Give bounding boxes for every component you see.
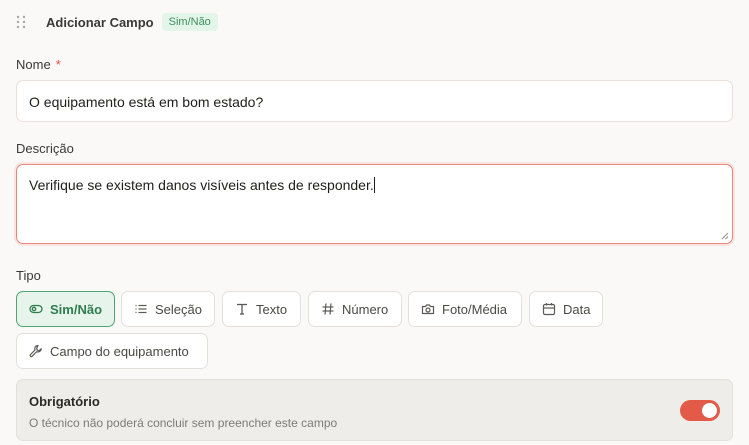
type-option-label: Número <box>342 301 389 317</box>
text-caret <box>373 177 375 193</box>
type-option-label: Sim/Não <box>50 301 103 317</box>
description-textarea-value: Verifique se existem danos visíveis ante… <box>29 177 374 193</box>
type-option-label: Texto <box>256 301 288 317</box>
description-label: Descrição <box>16 141 74 156</box>
name-label-text: Nome <box>16 57 51 72</box>
description-textarea[interactable]: Verifique se existem danos visíveis ante… <box>16 164 733 244</box>
hash-icon <box>321 302 335 316</box>
type-option-sim-nao[interactable]: Sim/Não <box>16 291 115 327</box>
drag-handle-icon[interactable] <box>16 14 32 30</box>
type-option-label: Campo do equipamento <box>50 343 189 359</box>
field-type-badge: Sim/Não <box>161 13 218 31</box>
list-icon <box>134 302 148 316</box>
name-input-value: O equipamento está em bom estado? <box>29 94 264 110</box>
type-option-selecao[interactable]: Seleção <box>121 291 215 327</box>
dialog-header: Adicionar Campo Sim/Não <box>16 10 218 34</box>
type-option-numero[interactable]: Número <box>308 291 402 327</box>
type-option-texto[interactable]: Texto <box>222 291 301 327</box>
resize-handle-icon[interactable] <box>721 232 729 240</box>
toggle-icon <box>29 302 43 316</box>
required-asterisk: * <box>55 57 61 72</box>
type-option-campo-equipamento[interactable]: Campo do equipamento <box>16 333 208 369</box>
type-option-label: Foto/Média <box>442 301 508 317</box>
wrench-icon <box>29 344 43 358</box>
name-input[interactable]: O equipamento está em bom estado? <box>16 80 733 122</box>
toggle-knob <box>702 403 717 418</box>
dialog-title: Adicionar Campo <box>46 14 154 30</box>
required-setting-card: Obrigatório O técnico não poderá conclui… <box>16 379 733 441</box>
camera-icon <box>421 302 435 316</box>
required-description: O técnico não poderá concluir sem preenc… <box>29 416 338 430</box>
text-icon <box>235 302 249 316</box>
type-option-label: Seleção <box>155 301 202 317</box>
required-toggle[interactable] <box>680 400 720 421</box>
type-option-data[interactable]: Data <box>529 291 603 327</box>
name-label: Nome * <box>16 57 61 72</box>
type-option-label: Data <box>563 301 591 317</box>
type-option-foto-media[interactable]: Foto/Média <box>408 291 522 327</box>
type-label: Tipo <box>16 268 41 283</box>
required-title: Obrigatório <box>29 394 100 409</box>
calendar-icon <box>542 302 556 316</box>
